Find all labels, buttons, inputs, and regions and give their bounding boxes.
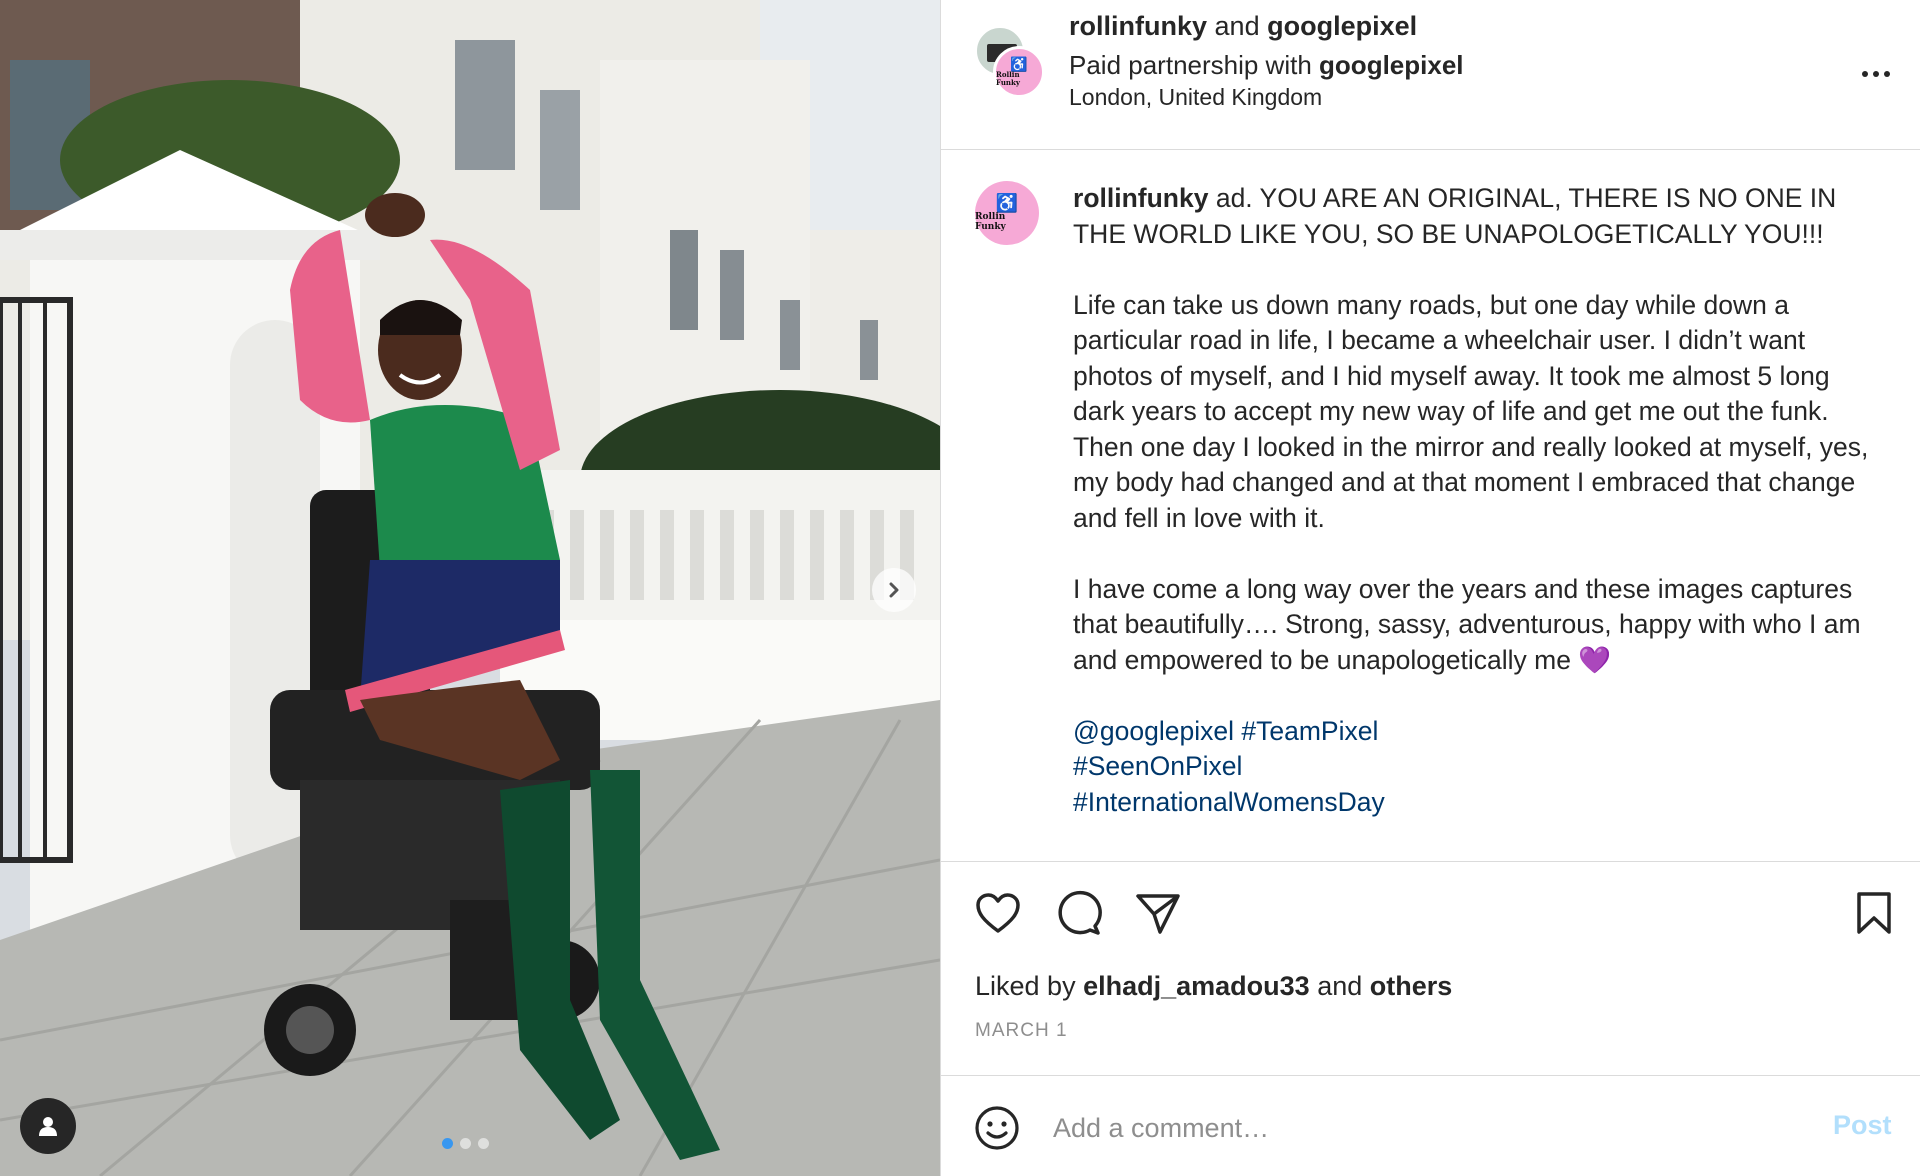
hashtags: @googlepixel #TeamPixel #SeenOnPixel #In… xyxy=(1073,714,1883,821)
share-icon xyxy=(1136,894,1180,934)
carousel-dot-active xyxy=(442,1138,453,1149)
caption-avatar[interactable]: ♿ Rollin Funky xyxy=(975,181,1039,245)
post-actions: Liked by elhadj_amadou33 and others MARC… xyxy=(941,861,1920,1075)
wheelchair-icon: ♿ xyxy=(1010,56,1028,72)
post-date[interactable]: MARCH 1 xyxy=(975,1020,1068,1042)
mention-link[interactable]: @googlepixel xyxy=(1073,716,1234,746)
likes-others-link[interactable]: others xyxy=(1370,971,1453,1001)
like-button[interactable] xyxy=(973,888,1023,938)
carousel-dot xyxy=(460,1138,471,1149)
heart-icon xyxy=(976,893,1020,933)
header-text: rollinfunky and googlepixel Paid partner… xyxy=(1069,8,1464,112)
avatar-logo-text: Rollin Funky xyxy=(996,70,1020,87)
emoji-picker-button[interactable] xyxy=(973,1104,1021,1152)
carousel-dot xyxy=(478,1138,489,1149)
bookmark-icon xyxy=(1857,892,1891,934)
username-link[interactable]: rollinfunky xyxy=(1069,11,1207,41)
purple-heart-emoji: 💜 xyxy=(1578,644,1612,675)
liked-by-user-link[interactable]: elhadj_amadou33 xyxy=(1083,971,1310,1001)
user-tag-icon xyxy=(39,1117,57,1136)
more-options-button[interactable] xyxy=(1851,64,1901,84)
and-label: and xyxy=(1317,971,1363,1001)
caption-paragraph-2: Life can take us down many roads, but on… xyxy=(1073,289,1869,533)
hashtag-link[interactable]: #TeamPixel xyxy=(1241,716,1378,746)
hashtag-link[interactable]: #InternationalWomensDay xyxy=(1073,785,1883,821)
comment-button[interactable] xyxy=(1053,888,1103,938)
post-sidebar: ♿ Rollin Funky rollinfunky and googlepix… xyxy=(940,0,1920,1176)
paid-partnership: Paid partnership with googlepixel xyxy=(1069,48,1464,82)
user-tag-button[interactable] xyxy=(20,1098,76,1154)
caption-area: ♿ Rollin Funky rollinfunky ad. YOU ARE A… xyxy=(941,151,1920,861)
post-comment-button[interactable]: Post xyxy=(1833,1110,1892,1141)
comment-icon xyxy=(1058,890,1102,935)
next-slide-button[interactable] xyxy=(872,568,916,612)
share-button[interactable] xyxy=(1133,888,1183,938)
comment-input[interactable] xyxy=(1053,1104,1753,1152)
partnership-label: Paid partnership with xyxy=(1069,50,1312,80)
post-header: ♿ Rollin Funky rollinfunky and googlepix… xyxy=(941,0,1920,150)
post-caption: rollinfunky ad. YOU ARE AN ORIGINAL, THE… xyxy=(1073,181,1883,820)
partnership-partner-link[interactable]: googlepixel xyxy=(1319,50,1463,80)
photo-scene xyxy=(0,0,940,1176)
likes-summary: Liked by elhadj_amadou33 and others xyxy=(975,968,1452,1004)
comment-bar: Post xyxy=(941,1075,1920,1176)
post-photo[interactable] xyxy=(0,0,940,1176)
caption-username[interactable]: rollinfunky xyxy=(1073,183,1208,213)
more-icon xyxy=(1862,71,1868,77)
chevron-right-icon xyxy=(889,582,899,598)
save-button[interactable] xyxy=(1849,888,1899,938)
liked-by-label: Liked by xyxy=(975,971,1076,1001)
avatar-logo-text: Rollin Funky xyxy=(975,212,1006,232)
collab-usernames: rollinfunky and googlepixel xyxy=(1069,8,1464,44)
emoji-icon xyxy=(975,1106,1019,1150)
location-link[interactable]: London, United Kingdom xyxy=(1069,82,1464,112)
partner-username-link[interactable]: googlepixel xyxy=(1267,11,1417,41)
wheelchair-icon: ♿ xyxy=(995,193,1019,213)
avatar-rollinfunky[interactable]: ♿ Rollin Funky xyxy=(993,46,1045,98)
collab-avatars[interactable]: ♿ Rollin Funky xyxy=(975,26,1047,98)
joiner-text: and xyxy=(1214,11,1260,41)
hashtag-link[interactable]: #SeenOnPixel xyxy=(1073,749,1883,785)
carousel-dots xyxy=(442,1138,489,1149)
caption-paragraph-3: I have come a long way over the years an… xyxy=(1073,573,1861,675)
